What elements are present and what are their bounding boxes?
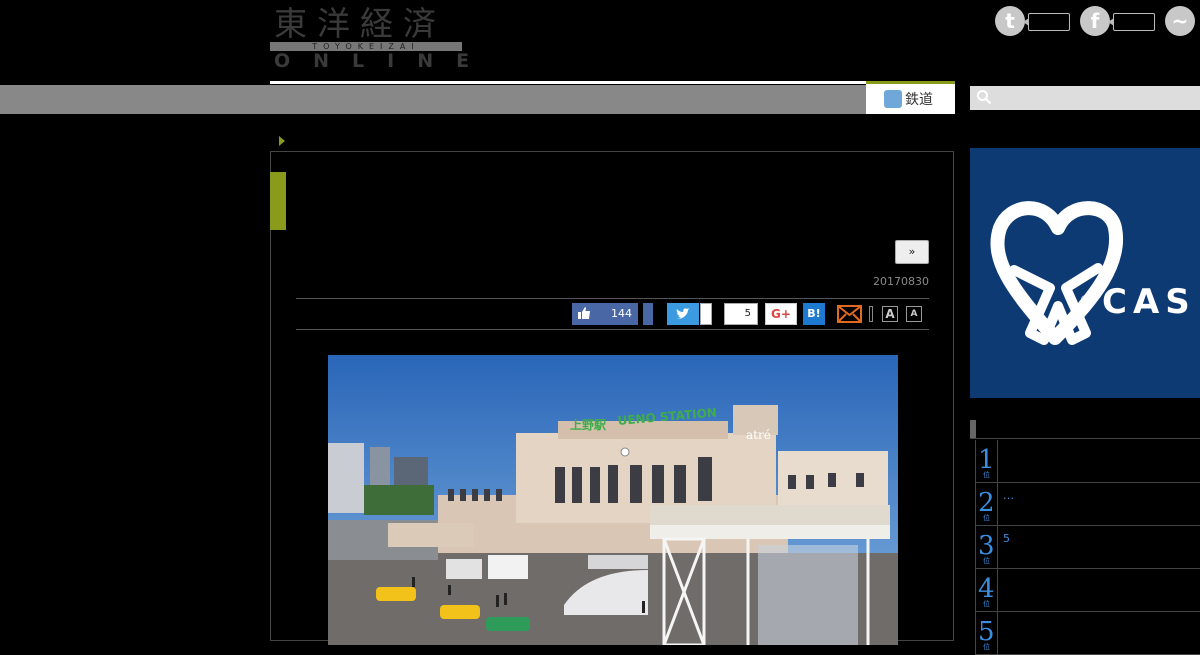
- nav-bar: [0, 85, 866, 114]
- twitter-count-bubble: [1023, 13, 1070, 31]
- google-plus-button[interactable]: G+: [765, 303, 797, 325]
- rank-unit: 位: [983, 643, 990, 651]
- facebook-share-button[interactable]: [643, 303, 653, 325]
- nav-divider: [270, 81, 866, 84]
- share-separator: [869, 306, 873, 322]
- messenger-icon: ~: [1165, 6, 1195, 36]
- station-sign-jp: 上野駅: [570, 417, 607, 432]
- article-date: 20170830: [873, 275, 929, 288]
- facebook-follow-button[interactable]: f: [1080, 6, 1156, 36]
- more-button[interactable]: »: [895, 240, 929, 264]
- breadcrumb-arrow-icon: [279, 136, 285, 146]
- thumbs-up-icon: [578, 307, 590, 322]
- ranking-item-1[interactable]: 1 位: [975, 440, 1200, 483]
- ranking-item-5[interactable]: 5 位: [975, 612, 1200, 655]
- logo-online: ONLINE: [274, 50, 493, 72]
- rank-unit: 位: [983, 557, 990, 565]
- ranking-item-4[interactable]: 4 位: [975, 569, 1200, 612]
- heart-logo-icon: ®: [990, 201, 1124, 345]
- rank-title[interactable]: 5: [1003, 532, 1010, 545]
- ranking-header: [970, 420, 1200, 439]
- rank-divider: [997, 526, 998, 568]
- twitter-icon: t: [995, 6, 1025, 36]
- sidebar-ad-banner[interactable]: ® CAS: [970, 148, 1200, 398]
- search-bar[interactable]: [970, 86, 1200, 110]
- rank-unit: 位: [983, 600, 990, 608]
- tab-railway-label: 鉄道: [905, 92, 933, 108]
- train-icon: [884, 90, 902, 108]
- font-size-small-button[interactable]: A: [906, 306, 922, 322]
- rank-unit: 位: [983, 514, 990, 522]
- search-icon[interactable]: [976, 89, 994, 107]
- mail-icon[interactable]: [837, 303, 862, 325]
- rank-unit: 位: [983, 471, 990, 479]
- rank-divider: [997, 483, 998, 525]
- logo-kanji: 東洋経済: [274, 4, 446, 43]
- facebook-count-bubble: [1108, 13, 1155, 31]
- svg-text:®: ®: [1080, 295, 1089, 305]
- share-bottom-divider: [296, 329, 929, 330]
- ad-brand-text: CAS: [1102, 282, 1196, 322]
- tab-railway[interactable]: 鉄道: [866, 81, 955, 114]
- twitter-share-count: [700, 303, 712, 325]
- font-size-large-button[interactable]: A: [882, 306, 898, 322]
- pocket-count: 5: [724, 303, 758, 325]
- site-logo[interactable]: 東洋経済 TOYOKEIZAI ONLINE: [270, 4, 469, 71]
- title-accent-bar: [270, 172, 286, 230]
- ranking-header-marker: [970, 420, 976, 438]
- rank-divider: [997, 612, 998, 654]
- share-top-divider: [296, 298, 929, 299]
- messenger-button[interactable]: ~: [1165, 6, 1200, 36]
- facebook-icon: f: [1080, 6, 1110, 36]
- article-photo: 上野駅 UENO STATION atré: [328, 355, 898, 645]
- facebook-like-button[interactable]: 144: [572, 303, 638, 325]
- twitter-follow-button[interactable]: t: [995, 6, 1071, 36]
- rank-divider: [997, 440, 998, 482]
- hatena-bookmark-button[interactable]: B!: [803, 303, 825, 325]
- ranking-item-3[interactable]: 3 位 5: [975, 526, 1200, 569]
- facebook-like-count: 144: [611, 307, 632, 320]
- ranking-item-2[interactable]: 2 位 …: [975, 483, 1200, 526]
- rank-divider: [997, 569, 998, 611]
- twitter-share-button[interactable]: [667, 303, 699, 325]
- atre-logo: atré: [746, 428, 771, 442]
- rank-title[interactable]: …: [1003, 489, 1014, 502]
